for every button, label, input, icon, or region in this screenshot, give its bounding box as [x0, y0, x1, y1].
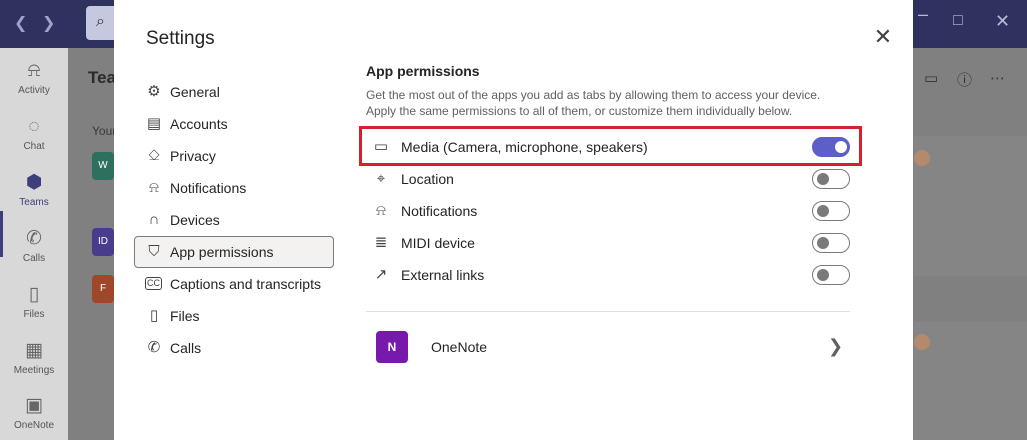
teams-icon: ⬢ — [25, 172, 43, 193]
location-toggle[interactable] — [812, 169, 850, 189]
nav-item-devices[interactable]: ∩ Devices — [134, 204, 334, 236]
chat-icon: ◌ — [28, 116, 40, 137]
rail-item-activity[interactable]: ⍾ Activity — [0, 60, 68, 96]
background-panel — [914, 322, 1027, 440]
app-rail: ⍾ Activity ◌ Chat ⬢ Teams ✆ Calls ▯ File… — [0, 48, 68, 440]
highlight-annotation — [359, 126, 862, 166]
teams-subtext: Your — [92, 124, 117, 138]
close-icon[interactable]: ✕ — [872, 26, 894, 48]
team-tile[interactable]: F — [92, 275, 114, 303]
rail-item-files[interactable]: ▯ Files — [0, 284, 68, 320]
onenote-icon: ▣ — [25, 395, 43, 416]
gear-icon: ⚙ — [147, 83, 161, 100]
search-icon: ⌕ — [96, 13, 105, 30]
piano-keyboard-icon: ≣ — [374, 234, 388, 251]
nav-item-general[interactable]: ⚙ General — [134, 76, 334, 108]
lock-icon: ⎐ — [148, 147, 160, 164]
toggle-knob — [817, 173, 829, 185]
permission-row-notifications: ⍾ Notifications — [366, 195, 850, 227]
forward-arrow-icon[interactable]: ❯ — [42, 13, 55, 33]
location-pin-icon: ⌖ — [376, 170, 386, 187]
divider — [366, 311, 850, 312]
teams-heading: Tea — [88, 68, 117, 87]
nav-item-accounts[interactable]: ▤ Accounts — [134, 108, 334, 140]
captions-icon: CC — [145, 277, 162, 290]
nav-item-calls[interactable]: ✆ Calls — [134, 332, 334, 364]
background-panel — [914, 136, 1027, 276]
maximize-icon[interactable]: □ — [953, 12, 963, 30]
nav-item-captions[interactable]: CC Captions and transcripts — [134, 268, 334, 300]
avatar — [914, 150, 930, 166]
rail-item-teams[interactable]: ⬢ Teams — [0, 172, 68, 208]
video-camera-icon[interactable]: ▭ — [924, 69, 938, 87]
rail-item-chat[interactable]: ◌ Chat — [0, 116, 68, 152]
info-icon[interactable]: ⓘ — [957, 69, 972, 90]
window-close-icon[interactable]: ✕ — [995, 11, 1010, 32]
midi-toggle[interactable] — [812, 233, 850, 253]
file-icon: ▯ — [28, 284, 40, 305]
permission-row-midi: ≣ MIDI device — [366, 227, 850, 259]
minimize-icon[interactable]: – — [918, 4, 928, 25]
bell-icon: ⍾ — [27, 60, 41, 81]
nav-item-privacy[interactable]: ⎐ Privacy — [134, 140, 334, 172]
id-card-icon: ▤ — [146, 115, 162, 132]
headset-icon: ∩ — [148, 211, 160, 228]
phone-icon: ✆ — [26, 228, 42, 249]
bell-icon: ⍾ — [376, 202, 386, 219]
team-tile[interactable]: ID — [92, 228, 114, 256]
rail-item-onenote[interactable]: ▣ OneNote — [0, 395, 68, 431]
phone-icon: ✆ — [147, 339, 161, 356]
file-icon: ▯ — [149, 307, 159, 324]
nav-item-notifications[interactable]: ⍾ Notifications — [134, 172, 334, 204]
dialog-title: Settings — [146, 28, 215, 49]
nav-item-files[interactable]: ▯ Files — [134, 300, 334, 332]
more-options-icon[interactable]: ⋯ — [990, 69, 1005, 87]
section-title: App permissions — [366, 63, 480, 79]
notifications-toggle[interactable] — [812, 201, 850, 221]
onenote-icon: N — [376, 331, 408, 363]
rail-item-calls[interactable]: ✆ Calls — [0, 228, 68, 264]
calendar-icon: ▦ — [25, 340, 43, 361]
toggle-knob — [817, 205, 829, 217]
avatar — [914, 334, 930, 350]
section-description: Get the most out of the apps you add as … — [366, 88, 821, 118]
app-row-onenote[interactable]: N OneNote ❯ — [366, 328, 850, 366]
team-tile[interactable]: W — [92, 152, 114, 180]
back-arrow-icon[interactable]: ❮ — [14, 13, 27, 33]
chevron-right-icon: ❯ — [828, 336, 844, 356]
permission-row-location: ⌖ Location — [366, 163, 850, 195]
settings-dialog: Settings ✕ ⚙ General ▤ Accounts ⎐ Privac… — [114, 0, 913, 440]
toggle-knob — [817, 237, 829, 249]
toggle-knob — [817, 269, 829, 281]
shield-icon: ⛉ — [148, 243, 160, 260]
bell-icon: ⍾ — [149, 179, 159, 196]
external-link-icon: ↗ — [374, 266, 388, 283]
nav-item-app-permissions[interactable]: ⛉ App permissions — [134, 236, 334, 268]
rail-item-meetings[interactable]: ▦ Meetings — [0, 340, 68, 376]
external-links-toggle[interactable] — [812, 265, 850, 285]
permission-row-external-links: ↗ External links — [366, 259, 850, 291]
